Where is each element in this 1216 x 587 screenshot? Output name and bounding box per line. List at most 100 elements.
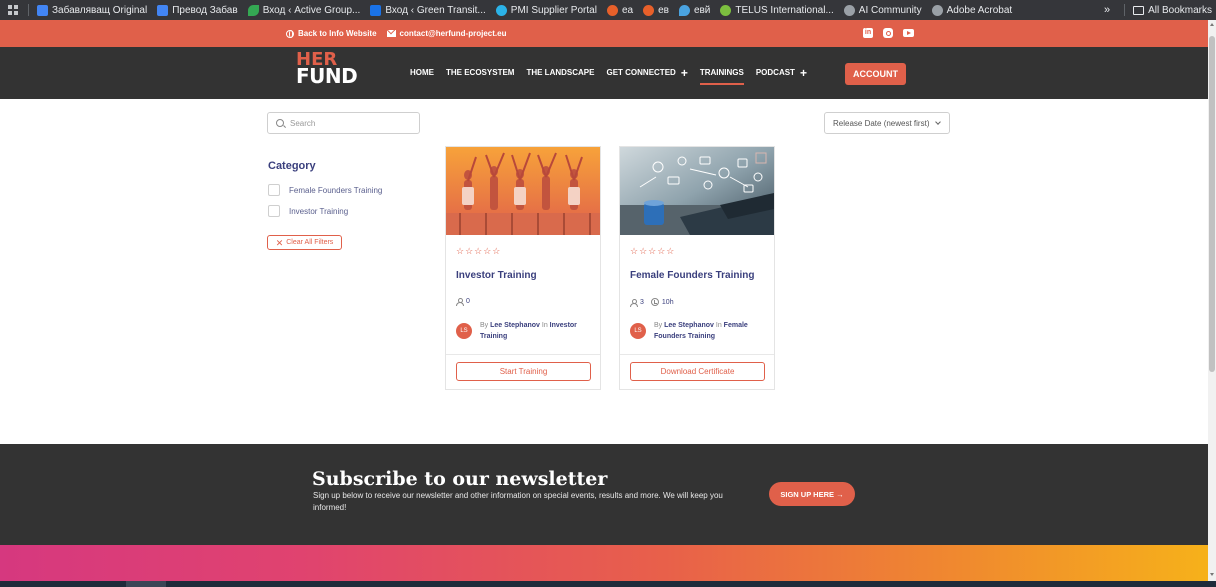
- bookmark-item[interactable]: Вход ‹ Green Transit...: [370, 4, 486, 16]
- bookmarks-overflow: » All Bookmarks: [1095, 0, 1212, 20]
- divider: [446, 354, 600, 355]
- globe-icon: [286, 29, 294, 38]
- back-to-info-link[interactable]: Back to Info Website: [286, 29, 377, 38]
- user-icon: [630, 298, 638, 307]
- clear-filters-label: Clear All Filters: [286, 239, 334, 246]
- bookmarks-separator: [28, 4, 29, 16]
- bookmark-item[interactable]: Вход ‹ Active Group...: [247, 4, 360, 16]
- course-meta: 3 10h: [630, 298, 674, 307]
- divider: [620, 354, 774, 355]
- bookmark-item[interactable]: еа: [606, 4, 634, 16]
- close-icon: ✕: [275, 237, 284, 248]
- bookmarks-separator: [1124, 4, 1126, 16]
- sort-select[interactable]: Release Date (newest first): [824, 112, 950, 134]
- author-name[interactable]: Lee Stephanov: [490, 322, 540, 329]
- checkbox[interactable]: [268, 184, 280, 196]
- in-label: In: [715, 322, 722, 329]
- leaf-icon: [247, 4, 259, 16]
- nav-trainings[interactable]: TRAININGS: [699, 68, 744, 85]
- user-icon: [456, 298, 464, 306]
- checkbox[interactable]: [268, 205, 280, 217]
- in-label: In: [541, 322, 548, 329]
- sort-value: Release Date (newest first): [833, 118, 930, 128]
- youtube-icon[interactable]: [903, 29, 914, 37]
- social-links: in: [863, 28, 914, 38]
- drop-icon: [678, 4, 690, 16]
- newsletter-title: Subscribe to our newsletter: [312, 468, 608, 490]
- bookmark-item[interactable]: PMI Supplier Portal: [495, 4, 597, 16]
- course-author: LS By Lee Stephanov In Female Founders T…: [630, 320, 764, 342]
- author-text: By Lee Stephanov In Investor Training: [480, 320, 590, 342]
- bookmark-item[interactable]: Adobe Acrobat: [931, 4, 1013, 16]
- avatar: LS: [456, 323, 472, 339]
- bookmark-item[interactable]: TELUS International...: [720, 4, 834, 16]
- category-filter-female-founders[interactable]: Female Founders Training: [268, 184, 382, 196]
- bookmark-label: ев: [658, 4, 669, 16]
- download-certificate-button[interactable]: Download Certificate: [630, 362, 765, 381]
- nav-podcast[interactable]: PODCAST +: [756, 65, 807, 80]
- footer-gradient-band: [0, 545, 1208, 581]
- bookmark-item[interactable]: евй: [678, 4, 710, 16]
- doc-icon: [157, 4, 169, 16]
- bookmark-label: Забавляващ Original: [52, 4, 148, 16]
- bookmark-label: Adobe Acrobat: [946, 4, 1013, 16]
- course-image[interactable]: [620, 147, 774, 235]
- by-label: By: [654, 322, 663, 329]
- author-name[interactable]: Lee Stephanov: [664, 322, 714, 329]
- bookmark-label: TELUS International...: [735, 4, 834, 16]
- herfund-logo[interactable]: HER FUND: [296, 51, 358, 87]
- nav-label: THE ECOSYSTEM: [446, 68, 515, 77]
- clock-icon: [650, 298, 659, 306]
- bookmarks-bar: Забавляващ Original Превод Забав Вход ‹ …: [0, 0, 1216, 20]
- all-bookmarks-button[interactable]: All Bookmarks: [1148, 5, 1212, 16]
- category-label: Female Founders Training: [289, 185, 383, 195]
- email-link[interactable]: contact@herfund-project.eu: [386, 29, 507, 38]
- scroll-up-arrow-icon[interactable]: [1210, 23, 1214, 26]
- page-scrollbar[interactable]: [1208, 20, 1216, 581]
- nav-home[interactable]: HOME: [410, 68, 434, 77]
- plus-icon: +: [680, 65, 688, 80]
- rating-stars: ☆☆☆☆☆: [456, 246, 502, 256]
- linkedin-icon[interactable]: in: [863, 28, 873, 38]
- search-icon: [276, 119, 284, 127]
- bookmark-item[interactable]: Превод Забав: [157, 4, 238, 16]
- apps-grid-icon[interactable]: [8, 5, 18, 15]
- nav-ecosystem[interactable]: THE ECOSYSTEM: [446, 68, 514, 77]
- bookmark-item[interactable]: Забавляващ Original: [37, 4, 148, 16]
- bookmark-item[interactable]: ев: [643, 4, 669, 16]
- course-duration: 10h: [661, 298, 674, 306]
- category-filter-investor[interactable]: Investor Training: [268, 205, 348, 217]
- cc-icon: [643, 4, 655, 16]
- nav-label: TRAININGS: [699, 68, 744, 77]
- course-title[interactable]: Investor Training: [456, 270, 537, 281]
- course-author: LS By Lee Stephanov In Investor Training: [456, 320, 590, 342]
- bookmark-label: еа: [621, 4, 634, 16]
- course-card-female-founders: ☆☆☆☆☆ Female Founders Training 3 10h LS …: [619, 146, 775, 390]
- cc-icon: [606, 4, 618, 16]
- account-button[interactable]: ACCOUNT: [845, 63, 906, 85]
- category-label: Investor Training: [289, 206, 349, 216]
- email-label: contact@herfund-project.eu: [399, 29, 507, 38]
- nav-label: GET CONNECTED: [606, 68, 676, 77]
- course-card-investor: ☆☆☆☆☆ Investor Training 0 LS By Lee Step…: [445, 146, 601, 390]
- site-icon: [370, 4, 382, 16]
- course-title[interactable]: Female Founders Training: [630, 270, 754, 281]
- nav-get-connected[interactable]: GET CONNECTED +: [606, 65, 688, 80]
- taskbar-item[interactable]: [126, 581, 166, 587]
- scrollbar-thumb[interactable]: [1209, 36, 1215, 372]
- start-training-button[interactable]: Start Training: [456, 362, 591, 381]
- bookmark-item[interactable]: AI Community: [843, 4, 922, 16]
- nav-landscape[interactable]: THE LANDSCAPE: [526, 68, 594, 77]
- rating-stars: ☆☆☆☆☆: [630, 246, 676, 256]
- search-input[interactable]: Search: [267, 112, 420, 134]
- more-bookmarks-button[interactable]: »: [1104, 4, 1110, 16]
- sign-up-button[interactable]: SIGN UP HERE →: [769, 482, 855, 506]
- scroll-down-arrow-icon[interactable]: [1210, 573, 1214, 576]
- bookmark-label: Превод Забав: [172, 4, 238, 16]
- plus-icon: +: [799, 65, 807, 80]
- course-image[interactable]: [446, 147, 600, 235]
- clear-filters-button[interactable]: ✕ Clear All Filters: [267, 235, 342, 250]
- top-contact-bar: Back to Info Website contact@herfund-pro…: [0, 20, 1208, 47]
- instagram-icon[interactable]: [883, 28, 893, 38]
- folder-icon: [1133, 5, 1145, 15]
